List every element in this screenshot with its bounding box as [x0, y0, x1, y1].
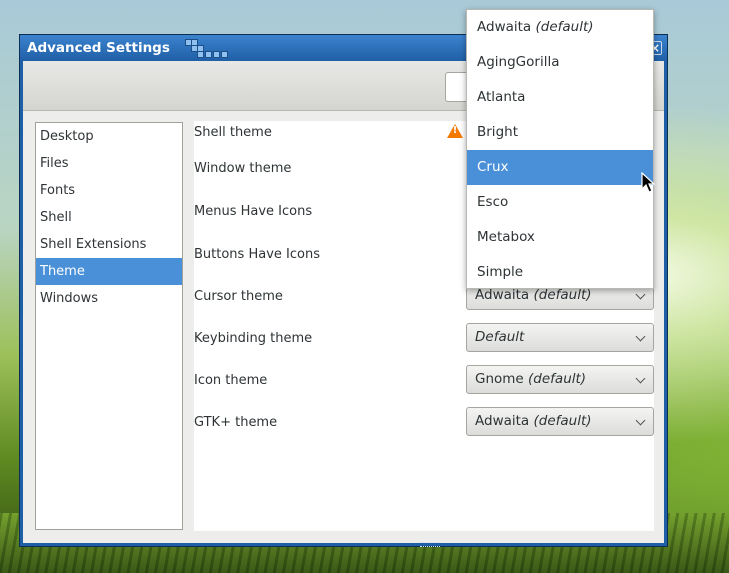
chevron-down-icon: [635, 373, 646, 384]
shell-theme-label: Shell theme: [194, 125, 272, 140]
icon-theme-default-tag: (default): [528, 371, 587, 387]
sidebar-item-shell-extensions[interactable]: Shell Extensions: [36, 231, 182, 258]
sidebar-item-shell[interactable]: Shell: [36, 204, 182, 231]
chevron-down-icon: [635, 331, 646, 342]
window-theme-label: Window theme: [194, 161, 292, 176]
menu-item-atlanta[interactable]: Atlanta: [467, 80, 653, 115]
sidebar-item-fonts[interactable]: Fonts: [36, 177, 182, 204]
keybinding-theme-value: Default: [475, 329, 525, 345]
chevron-down-icon: [635, 415, 646, 426]
menu-item-aginggorilla[interactable]: AgingGorilla: [467, 45, 653, 80]
cursor-theme-label: Cursor theme: [194, 289, 283, 304]
mouse-pointer-icon: [641, 172, 655, 193]
gtk-theme-value: Adwaita: [475, 413, 530, 429]
menu-item-bright[interactable]: Bright: [467, 115, 653, 150]
sidebar: Desktop Files Fonts Shell Shell Extensio…: [35, 122, 183, 530]
sidebar-item-windows[interactable]: Windows: [36, 285, 182, 312]
chevron-down-icon: [635, 289, 646, 300]
keybinding-theme-label: Keybinding theme: [194, 331, 313, 346]
sidebar-item-desktop[interactable]: Desktop: [36, 123, 182, 150]
gtk-theme-default-tag: (default): [533, 413, 592, 429]
menu-item-adwaita[interactable]: Adwaita (default): [467, 10, 653, 45]
window-title: Advanced Settings: [27, 40, 170, 56]
menu-item-default-tag: (default): [535, 19, 594, 35]
menus-have-icons-label: Menus Have Icons: [194, 204, 313, 219]
menu-item-metabox[interactable]: Metabox: [467, 220, 653, 255]
warning-icon-mark: !: [452, 125, 458, 136]
sidebar-item-theme[interactable]: Theme: [36, 258, 182, 285]
menu-item-esco[interactable]: Esco: [467, 185, 653, 220]
menu-item-label: Adwaita: [477, 19, 532, 35]
resize-handle[interactable]: [420, 542, 440, 547]
menu-item-crux[interactable]: Crux: [467, 150, 653, 185]
gtk-theme-label: GTK+ theme: [194, 415, 278, 430]
keybinding-theme-combo[interactable]: Default: [466, 323, 654, 352]
menu-item-simple[interactable]: Simple: [467, 255, 653, 290]
shell-theme-dropdown-menu: Adwaita (default) AgingGorilla Atlanta B…: [466, 9, 654, 289]
gtk-theme-combo[interactable]: Adwaita (default): [466, 407, 654, 436]
icon-theme-label: Icon theme: [194, 373, 268, 388]
buttons-have-icons-label: Buttons Have Icons: [194, 247, 320, 262]
sidebar-item-files[interactable]: Files: [36, 150, 182, 177]
icon-theme-combo[interactable]: Gnome (default): [466, 365, 654, 394]
icon-theme-value: Gnome: [475, 371, 524, 387]
